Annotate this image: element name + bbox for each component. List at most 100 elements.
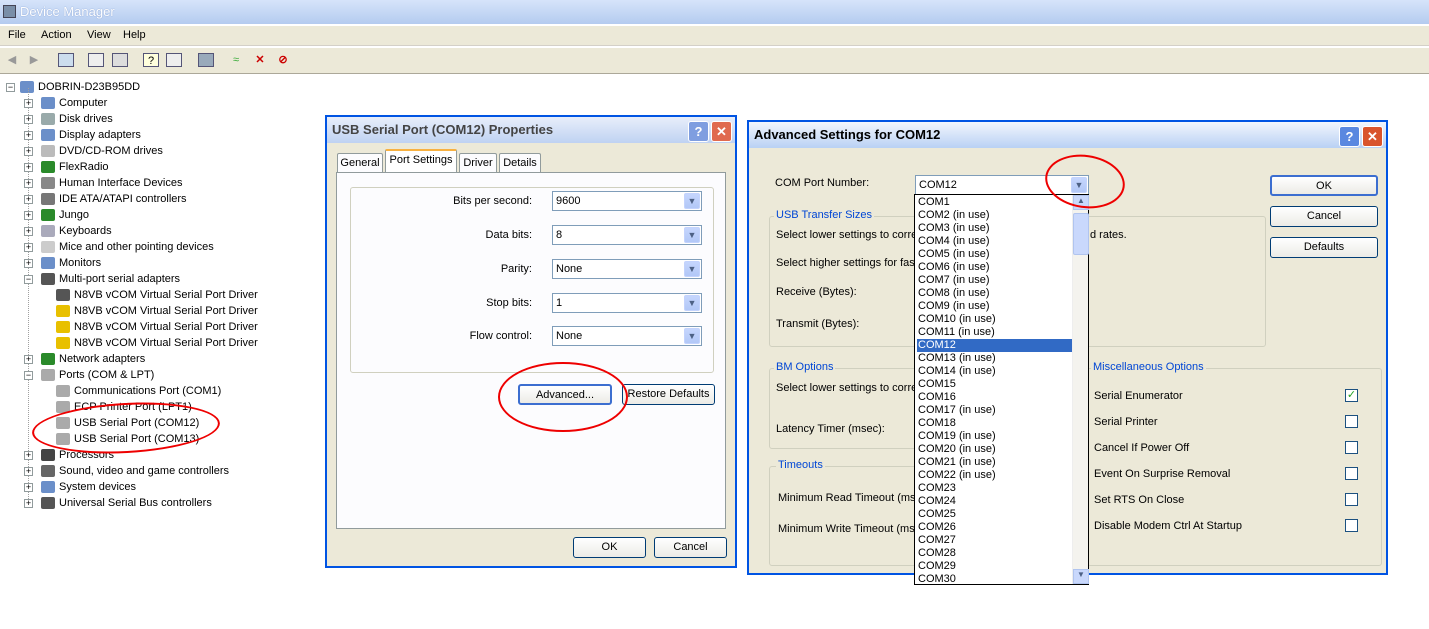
expand-icon[interactable]: + bbox=[24, 243, 33, 252]
tree-category-item[interactable]: + Universal Serial Bus controllers bbox=[24, 495, 212, 511]
com-port-dropdown-list[interactable]: COM1 COM2 (in use) COM3 (in use) COM4 (in u… bbox=[914, 194, 1089, 585]
tree-root[interactable]: − DOBRIN-D23B95DD bbox=[6, 79, 140, 95]
adv-defaults-button[interactable]: Defaults bbox=[1270, 237, 1378, 258]
com-port-option[interactable]: COM11 (in use) bbox=[917, 326, 1072, 339]
misc-option-checkbox[interactable] bbox=[1345, 415, 1358, 428]
com-port-option[interactable]: COM5 (in use) bbox=[917, 248, 1072, 261]
com-port-option[interactable]: COM15 bbox=[917, 378, 1072, 391]
com-port-option[interactable]: COM14 (in use) bbox=[917, 365, 1072, 378]
expand-icon[interactable]: + bbox=[24, 467, 33, 476]
com-port-option[interactable]: COM2 (in use) bbox=[917, 209, 1072, 222]
com-port-option[interactable]: COM17 (in use) bbox=[917, 404, 1072, 417]
print-icon[interactable] bbox=[112, 53, 128, 67]
tree-category-item[interactable]: + System devices bbox=[24, 479, 136, 495]
menu-help[interactable]: Help bbox=[123, 29, 146, 41]
restore-defaults-button[interactable]: Restore Defaults bbox=[622, 384, 715, 405]
help-icon[interactable]: ? bbox=[143, 53, 159, 67]
com-port-option[interactable]: COM23 bbox=[917, 482, 1072, 495]
port-field-select[interactable]: None ▼ bbox=[552, 326, 702, 346]
tree-category-item[interactable]: + Jungo bbox=[24, 207, 89, 223]
com-port-option[interactable]: COM16 bbox=[917, 391, 1072, 404]
expand-icon[interactable]: + bbox=[24, 499, 33, 508]
port-field-select[interactable]: 9600 ▼ bbox=[552, 191, 702, 211]
com-port-option[interactable]: COM12 bbox=[917, 339, 1072, 352]
com-port-option[interactable]: COM27 bbox=[917, 534, 1072, 547]
tree-child-item[interactable]: N8VB vCOM Virtual Serial Port Driver bbox=[56, 303, 258, 319]
disable-icon[interactable]: ⊘ bbox=[275, 53, 291, 67]
com-port-option[interactable]: COM9 (in use) bbox=[917, 300, 1072, 313]
tree-category-item[interactable]: + IDE ATA/ATAPI controllers bbox=[24, 191, 187, 207]
props-help-button[interactable]: ? bbox=[688, 121, 709, 142]
expand-icon[interactable]: + bbox=[24, 179, 33, 188]
props-cancel-button[interactable]: Cancel bbox=[654, 537, 727, 558]
com-port-option[interactable]: COM10 (in use) bbox=[917, 313, 1072, 326]
com-port-option[interactable]: COM6 (in use) bbox=[917, 261, 1072, 274]
tree-category-item[interactable]: − Ports (COM & LPT) bbox=[24, 367, 154, 383]
scroll-down-icon[interactable]: ▼ bbox=[1073, 569, 1089, 584]
com-port-option[interactable]: COM20 (in use) bbox=[917, 443, 1072, 456]
expand-icon[interactable]: + bbox=[24, 259, 33, 268]
expand-icon[interactable]: + bbox=[24, 115, 33, 124]
expand-icon[interactable]: + bbox=[24, 355, 33, 364]
props-close-button[interactable]: ✕ bbox=[711, 121, 732, 142]
tree-category-item[interactable]: + Keyboards bbox=[24, 223, 112, 239]
collapse-icon[interactable]: − bbox=[24, 275, 33, 284]
collapse-icon[interactable]: − bbox=[24, 371, 33, 380]
tab-driver[interactable]: Driver bbox=[459, 153, 497, 173]
com-port-option[interactable]: COM21 (in use) bbox=[917, 456, 1072, 469]
misc-option-checkbox[interactable] bbox=[1345, 493, 1358, 506]
tree-category-item[interactable]: + Network adapters bbox=[24, 351, 145, 367]
collapse-icon[interactable]: − bbox=[6, 83, 15, 92]
expand-icon[interactable]: + bbox=[24, 451, 33, 460]
com-port-option[interactable]: COM18 bbox=[917, 417, 1072, 430]
tree-category-item[interactable]: + DVD/CD-ROM drives bbox=[24, 143, 163, 159]
chevron-down-icon[interactable]: ▼ bbox=[684, 227, 700, 243]
com-port-option[interactable]: COM7 (in use) bbox=[917, 274, 1072, 287]
expand-icon[interactable]: + bbox=[24, 147, 33, 156]
com-port-option[interactable]: COM25 bbox=[917, 508, 1072, 521]
menu-action[interactable]: Action bbox=[41, 29, 72, 41]
forward-icon[interactable]: ▶ bbox=[26, 53, 42, 67]
com-port-option[interactable]: COM4 (in use) bbox=[917, 235, 1072, 248]
port-field-select[interactable]: 8 ▼ bbox=[552, 225, 702, 245]
adv-cancel-button[interactable]: Cancel bbox=[1270, 206, 1378, 227]
tree-category-item[interactable]: + Mice and other pointing devices bbox=[24, 239, 214, 255]
back-icon[interactable]: ◀ bbox=[4, 53, 20, 67]
chevron-down-icon[interactable]: ▼ bbox=[684, 328, 700, 344]
tree-child-item[interactable]: N8VB vCOM Virtual Serial Port Driver bbox=[56, 287, 258, 303]
expand-icon[interactable]: + bbox=[24, 227, 33, 236]
misc-option-checkbox[interactable] bbox=[1345, 441, 1358, 454]
tree-child-item[interactable]: Communications Port (COM1) bbox=[56, 383, 221, 399]
com-port-option[interactable]: COM8 (in use) bbox=[917, 287, 1072, 300]
misc-option-checkbox[interactable]: ✓ bbox=[1345, 389, 1358, 402]
com-port-option[interactable]: COM26 bbox=[917, 521, 1072, 534]
com-port-option[interactable]: COM3 (in use) bbox=[917, 222, 1072, 235]
props-ok-button[interactable]: OK bbox=[573, 537, 646, 558]
adv-close-button[interactable]: ✕ bbox=[1362, 126, 1383, 147]
view-icon[interactable] bbox=[166, 53, 182, 67]
expand-icon[interactable]: + bbox=[24, 163, 33, 172]
port-field-select[interactable]: None ▼ bbox=[552, 259, 702, 279]
tree-category-item[interactable]: − Multi-port serial adapters bbox=[24, 271, 180, 287]
expand-icon[interactable]: + bbox=[24, 99, 33, 108]
com-port-option[interactable]: COM30 bbox=[917, 573, 1072, 586]
chevron-down-icon[interactable]: ▼ bbox=[684, 261, 700, 277]
expand-icon[interactable]: + bbox=[24, 211, 33, 220]
expand-icon[interactable]: + bbox=[24, 195, 33, 204]
com-port-option[interactable]: COM29 bbox=[917, 560, 1072, 573]
adv-ok-button[interactable]: OK bbox=[1270, 175, 1378, 196]
adv-help-button[interactable]: ? bbox=[1339, 126, 1360, 147]
com-port-option[interactable]: COM28 bbox=[917, 547, 1072, 560]
com-port-option[interactable]: COM1 bbox=[917, 196, 1072, 209]
com-port-option[interactable]: COM19 (in use) bbox=[917, 430, 1072, 443]
chevron-down-icon[interactable]: ▼ bbox=[684, 295, 700, 311]
dropdown-scrollbar[interactable]: ▲ ▼ bbox=[1072, 195, 1089, 584]
scrollbar-thumb[interactable] bbox=[1073, 213, 1089, 255]
uninstall-icon[interactable]: ✕ bbox=[252, 53, 268, 67]
expand-icon[interactable]: + bbox=[24, 483, 33, 492]
properties-icon[interactable] bbox=[88, 53, 104, 67]
misc-option-checkbox[interactable] bbox=[1345, 467, 1358, 480]
tree-category-item[interactable]: + Disk drives bbox=[24, 111, 113, 127]
tree-child-item[interactable]: N8VB vCOM Virtual Serial Port Driver bbox=[56, 335, 258, 351]
tree-category-item[interactable]: + Display adapters bbox=[24, 127, 141, 143]
